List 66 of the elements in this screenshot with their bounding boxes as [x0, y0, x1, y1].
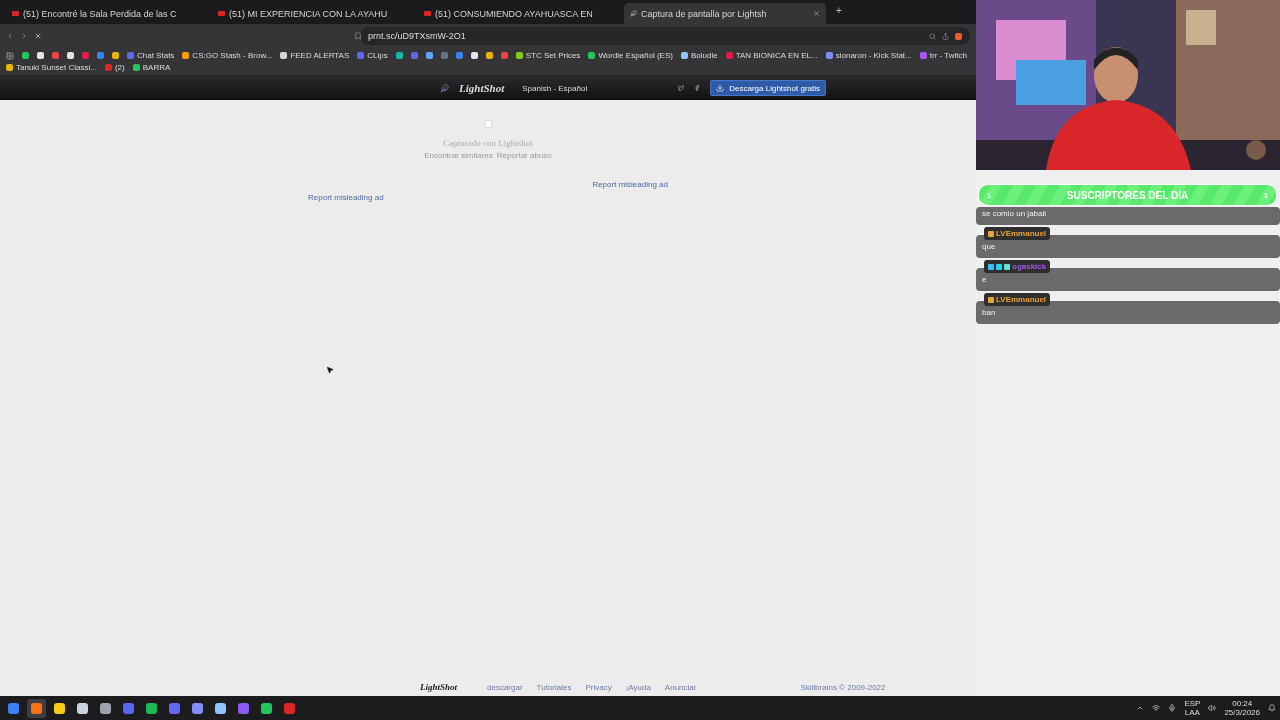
video-icon — [424, 11, 431, 16]
site-icon[interactable] — [470, 52, 478, 59]
footer-link[interactable]: Privacy — [585, 682, 612, 692]
bookmark-link[interactable]: trr - Twitch — [919, 51, 967, 60]
footer-link[interactable]: Anunciar — [664, 682, 697, 692]
chat-message: ban — [976, 301, 1280, 324]
browser-tab[interactable]: (51) CONSUMIENDO AYAHUASCA EN — [418, 3, 620, 24]
username: LVEmmanuel — [996, 295, 1047, 304]
bookmark-link[interactable]: Boludle — [680, 51, 718, 60]
language-selector[interactable]: Spanish - Español — [522, 83, 669, 93]
site-icon[interactable] — [485, 52, 493, 59]
bookmark-link[interactable]: Wordle Español (ES) — [588, 51, 673, 60]
facebook-icon[interactable] — [694, 85, 701, 91]
twitter-icon[interactable] — [678, 85, 685, 91]
address-bar[interactable]: prnt.sc/uD9TXsmW-2O1 — [360, 27, 970, 45]
bookmark-link[interactable]: CLips — [357, 51, 388, 60]
apps-icon[interactable] — [6, 51, 14, 60]
clock[interactable]: 00:24 25/3/2026 — [1224, 699, 1260, 717]
download-button[interactable]: Descarga Lightshot gratis — [710, 80, 826, 96]
video-icon — [12, 11, 19, 16]
close-icon[interactable] — [813, 10, 820, 17]
wifi-icon[interactable] — [1152, 704, 1161, 712]
browser-tab[interactable]: Captura de pantalla por Lightsh — [624, 3, 826, 24]
copyright: Skillbrains © 2009-2022 — [800, 682, 886, 692]
video-icon — [218, 11, 225, 16]
username: LVEmmanuel — [996, 229, 1047, 238]
keyboard-language[interactable]: ESP LAA — [1184, 699, 1201, 717]
footer-link[interactable]: ¡Ayuda — [625, 682, 651, 692]
taskbar-button[interactable] — [27, 698, 46, 718]
bookmark-link[interactable]: Chat Stats — [127, 51, 175, 60]
bookmark-link[interactable]: TAN BIONICA EN EL... — [725, 51, 818, 60]
notification-icon[interactable] — [1268, 704, 1276, 712]
share-icon[interactable] — [942, 32, 949, 40]
chat-message: se comio un jabali — [976, 207, 1280, 225]
site-icon[interactable] — [395, 52, 403, 59]
report-ad-link[interactable]: Report misleading ad — [308, 193, 384, 202]
new-tab-button[interactable]: + — [830, 5, 848, 19]
download-icon — [716, 84, 725, 92]
chat-message: que — [976, 235, 1280, 258]
bookmark-link[interactable]: STC Set Prices — [515, 51, 581, 60]
forward-icon[interactable] — [20, 32, 28, 40]
feather-icon — [630, 10, 637, 17]
mic-icon[interactable] — [1168, 704, 1177, 712]
shield-icon[interactable] — [955, 32, 962, 40]
footer-link[interactable]: Tutoriales — [536, 682, 572, 692]
subscriber-goal-banner: 1 SUSCRIPTORES DEL DIA 1 — [978, 184, 1277, 206]
browser-tab[interactable]: (51) MI EXPERIENCIA CON LA AYAHU — [212, 3, 414, 24]
stop-icon[interactable] — [34, 32, 42, 40]
bookmark-link[interactable]: Tanuki Sunset Classi... — [6, 63, 97, 72]
bookmark-link[interactable]: sionaron - Kick Stat... — [825, 51, 912, 60]
brand-logo[interactable]: LightShot — [459, 82, 505, 94]
bookmark-link[interactable]: FEED ALERTAS — [280, 51, 350, 60]
bookmark-icon[interactable] — [354, 32, 362, 40]
browser-tab[interactable]: (51) Encontré la Sala Perdida de las C — [6, 3, 208, 24]
screenshot-thumbnail[interactable] — [484, 120, 492, 128]
report-ad-link[interactable]: Report misleading ad — [592, 180, 668, 189]
bookmark-link[interactable]: (2) — [104, 63, 125, 72]
feather-icon — [440, 83, 449, 93]
bookmark-link[interactable]: CS:GO Stash - Brow... — [182, 51, 273, 60]
search-icon[interactable] — [929, 32, 936, 40]
footer-logo[interactable]: LightShot — [420, 682, 457, 692]
site-icon[interactable] — [425, 52, 433, 59]
bookmark-link[interactable]: BARRA — [132, 63, 171, 72]
footer-link[interactable]: descargar — [487, 682, 523, 692]
back-icon[interactable] — [6, 32, 14, 40]
volume-icon[interactable] — [1208, 704, 1217, 712]
